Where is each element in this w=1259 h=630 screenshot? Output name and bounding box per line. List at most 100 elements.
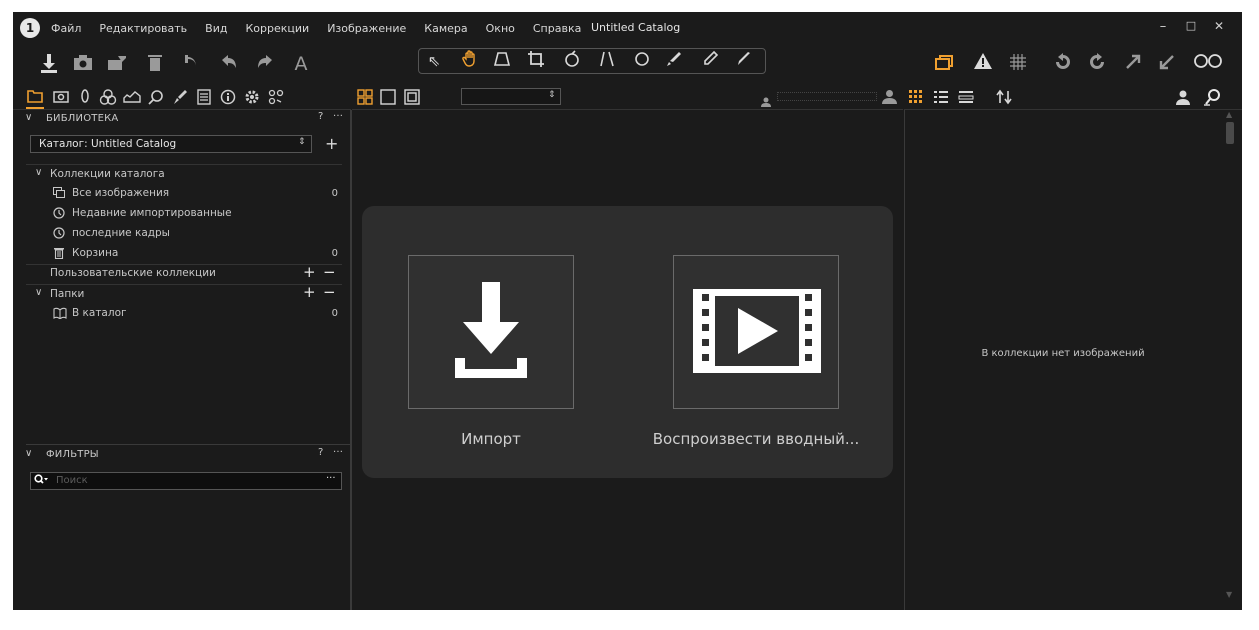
copy-adjustments-icon[interactable] (1121, 52, 1145, 76)
filter-search-more-button[interactable]: ··· (326, 473, 336, 484)
maximize-button[interactable]: □ (1183, 19, 1199, 32)
menu-edit[interactable]: Редактировать (99, 22, 187, 35)
search-icon[interactable] (34, 474, 48, 488)
grid-view-icon[interactable] (908, 89, 924, 109)
zoom-dropdown-arrows-icon: ⇕ (548, 90, 556, 100)
play-intro-button[interactable] (673, 255, 839, 409)
collection-all-images-count: 0 (331, 188, 338, 199)
collection-all-images[interactable]: Все изображения (72, 187, 169, 199)
user-small-icon (761, 92, 771, 111)
zoom-dropdown[interactable] (461, 88, 561, 105)
redo-icon[interactable] (253, 52, 277, 76)
catalog-collections-chevron-icon[interactable]: ∨ (35, 167, 42, 178)
filters-collapse-chevron-icon[interactable]: ∨ (25, 448, 33, 459)
batch-tab-nodes-icon[interactable] (267, 89, 285, 107)
list-view-icon[interactable] (933, 89, 949, 109)
collection-recent-imports[interactable]: Недавние импортированные (72, 207, 232, 219)
camera-icon[interactable] (71, 52, 95, 76)
adjustments-tab-list-icon[interactable] (195, 89, 213, 107)
grid-icon[interactable] (1006, 52, 1030, 76)
divider (26, 284, 342, 285)
browser-scroll-thumb[interactable] (1226, 122, 1234, 144)
pan-hand-icon[interactable] (459, 50, 481, 72)
play-intro-label[interactable]: Воспроизвести вводный... (633, 430, 879, 448)
document-title: Untitled Catalog (591, 21, 681, 34)
brush-icon[interactable] (663, 50, 685, 72)
color-tab-icon[interactable] (99, 89, 117, 107)
filters-help-button[interactable]: ? (318, 447, 324, 458)
collection-recent-captures[interactable]: последние кадры (72, 227, 170, 239)
library-collapse-chevron-icon[interactable]: ∨ (25, 112, 33, 123)
single-view-icon[interactable] (380, 89, 396, 109)
menu-file[interactable]: Файл (51, 22, 81, 35)
menu-camera[interactable]: Камера (424, 22, 467, 35)
menu-adjustments[interactable]: Коррекции (245, 22, 309, 35)
user-collections-header[interactable]: Пользовательские коллекции (50, 267, 216, 279)
add-folder-button[interactable]: + (303, 283, 316, 301)
details-tab-magnifier-icon[interactable] (147, 89, 165, 107)
divider (351, 110, 352, 610)
framed-view-icon[interactable] (404, 89, 420, 109)
loupe-glasses-icon[interactable] (1191, 52, 1225, 76)
menu-window[interactable]: Окно (486, 22, 515, 35)
folders-chevron-icon[interactable]: ∨ (35, 287, 42, 298)
filter-search-placeholder: Поиск (56, 475, 88, 486)
import-label[interactable]: Импорт (408, 430, 574, 448)
browser-scrollbar[interactable] (1222, 110, 1242, 610)
folders-header[interactable]: Папки (50, 288, 84, 300)
capture-tab-camera-icon[interactable] (52, 89, 70, 107)
menu-image[interactable]: Изображение (327, 22, 406, 35)
sort-icon[interactable] (996, 89, 1012, 109)
menu-view[interactable]: Вид (205, 22, 227, 35)
clock-icon (53, 227, 65, 242)
apply-adjustments-icon[interactable] (1155, 52, 1179, 76)
reset-icon[interactable] (179, 52, 203, 76)
keystone-icon[interactable] (597, 50, 619, 72)
scroll-down-arrow-icon[interactable]: ▼ (1226, 590, 1232, 599)
folder-to-catalog[interactable]: В каталог (72, 307, 127, 319)
delete-icon[interactable] (143, 52, 167, 76)
rotate-icon[interactable] (561, 50, 583, 72)
browser-search-icon[interactable] (1204, 88, 1222, 110)
filmstrip-view-icon[interactable] (958, 89, 974, 109)
export-icon[interactable] (105, 52, 129, 76)
spot-circle-icon[interactable] (631, 50, 653, 72)
library-more-button[interactable]: ··· (333, 111, 343, 122)
viewpoint-icon[interactable] (491, 50, 513, 72)
warning-icon[interactable] (971, 52, 995, 76)
library-help-button[interactable]: ? (318, 111, 324, 122)
multi-view-icon[interactable] (357, 89, 373, 109)
crop-icon[interactable] (525, 50, 547, 72)
metadata-tab-info-icon[interactable] (219, 89, 237, 107)
rotate-right-icon[interactable] (1085, 52, 1109, 76)
undo-icon[interactable] (217, 52, 241, 76)
annotate-icon[interactable] (733, 50, 755, 72)
collection-trash[interactable]: Корзина (72, 247, 118, 259)
exposure-tab-icon[interactable] (123, 89, 141, 107)
select-cursor-icon[interactable]: ⇖ (423, 50, 445, 72)
thumbnail-size-slider[interactable] (777, 92, 877, 101)
divider (26, 164, 342, 165)
minimize-button[interactable]: – (1155, 19, 1171, 34)
output-tab-gear-icon[interactable] (243, 89, 261, 107)
collection-trash-count: 0 (331, 248, 338, 259)
add-catalog-button[interactable]: + (325, 134, 338, 153)
remove-user-collection-button[interactable]: − (323, 263, 336, 281)
user-filter-icon[interactable] (1175, 89, 1191, 109)
lens-tab-icon[interactable] (76, 89, 94, 107)
local-adjust-brush-icon[interactable] (171, 89, 189, 107)
close-button[interactable]: ✕ (1211, 19, 1227, 33)
catalog-collections-header[interactable]: Коллекции каталога (50, 168, 165, 180)
scroll-up-arrow-icon[interactable]: ▲ (1226, 110, 1232, 119)
batch-queue-icon[interactable] (933, 52, 957, 76)
menu-help[interactable]: Справка (533, 22, 581, 35)
auto-adjust-icon[interactable]: A (289, 52, 313, 76)
filters-more-button[interactable]: ··· (333, 447, 343, 458)
rotate-left-icon[interactable] (1051, 52, 1075, 76)
library-tab-folder-icon[interactable] (26, 89, 44, 109)
import-icon[interactable] (37, 52, 61, 76)
remove-folder-button[interactable]: − (323, 283, 336, 301)
import-button[interactable] (408, 255, 574, 409)
picker-icon[interactable] (699, 50, 721, 72)
add-user-collection-button[interactable]: + (303, 263, 316, 281)
